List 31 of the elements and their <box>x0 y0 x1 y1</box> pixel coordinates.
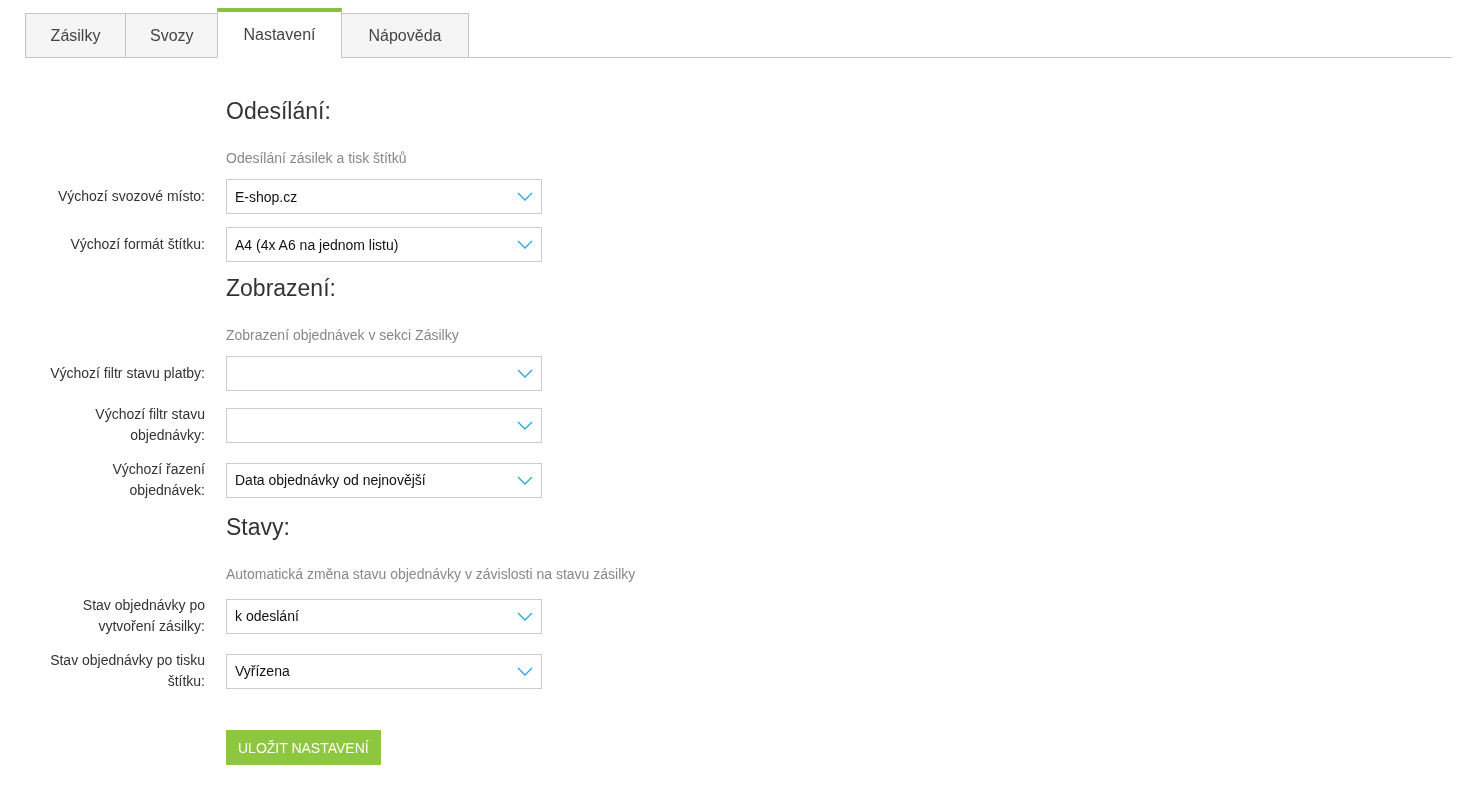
chevron-down-icon <box>517 611 533 621</box>
tab[interactable]: Zásilky <box>25 13 126 58</box>
chevron-down-icon <box>517 192 533 201</box>
field-label: Stav objednávky po vytvoření zásilky: <box>81 596 205 636</box>
section-subtitle: Zobrazení objednávek v sekci Zásilky <box>226 327 459 343</box>
field-label: Výchozí řazení objednávek: <box>111 460 205 500</box>
field-label: Výchozí filtr stavu objednávky: <box>94 405 205 445</box>
dropdown-field[interactable] <box>226 356 542 391</box>
chevron-down-icon <box>517 369 533 378</box>
section-heading: Odesílání: <box>226 98 331 125</box>
tab[interactable]: Nápověda <box>341 13 469 58</box>
dropdown-field[interactable] <box>226 407 542 443</box>
dropdown-field[interactable]: Vyřízena <box>226 653 542 689</box>
chevron-down-icon <box>517 420 533 430</box>
field-label: Výchozí filtr stavu platby: <box>50 364 205 383</box>
chevron-down-icon <box>517 666 533 676</box>
dropdown-field[interactable]: A4 (4x A6 na jednom listu) <box>226 227 542 262</box>
section-subtitle: Odesílání zásilek a tisk štítků <box>226 150 407 166</box>
dropdown-field[interactable]: Data objednávky od nejnovější <box>226 462 542 498</box>
tab[interactable]: Nastavení <box>217 8 342 58</box>
field-label: Výchozí formát štítku: <box>70 235 205 254</box>
dropdown-field[interactable]: k odeslání <box>226 598 542 634</box>
field-label: Výchozí svozové místo: <box>57 187 205 206</box>
dropdown-field[interactable]: E-shop.cz <box>226 179 542 214</box>
field-label: Stav objednávky po tisku štítku: <box>49 651 205 691</box>
chevron-down-icon <box>517 240 533 249</box>
tab[interactable]: Svozy <box>125 13 218 58</box>
section-subtitle: Automatická změna stavu objednávky v závislosti na stavu zásilky <box>226 566 636 582</box>
chevron-down-icon <box>517 475 533 485</box>
section-heading: Zobrazení: <box>226 275 336 302</box>
section-heading: Stavy: <box>226 514 290 541</box>
